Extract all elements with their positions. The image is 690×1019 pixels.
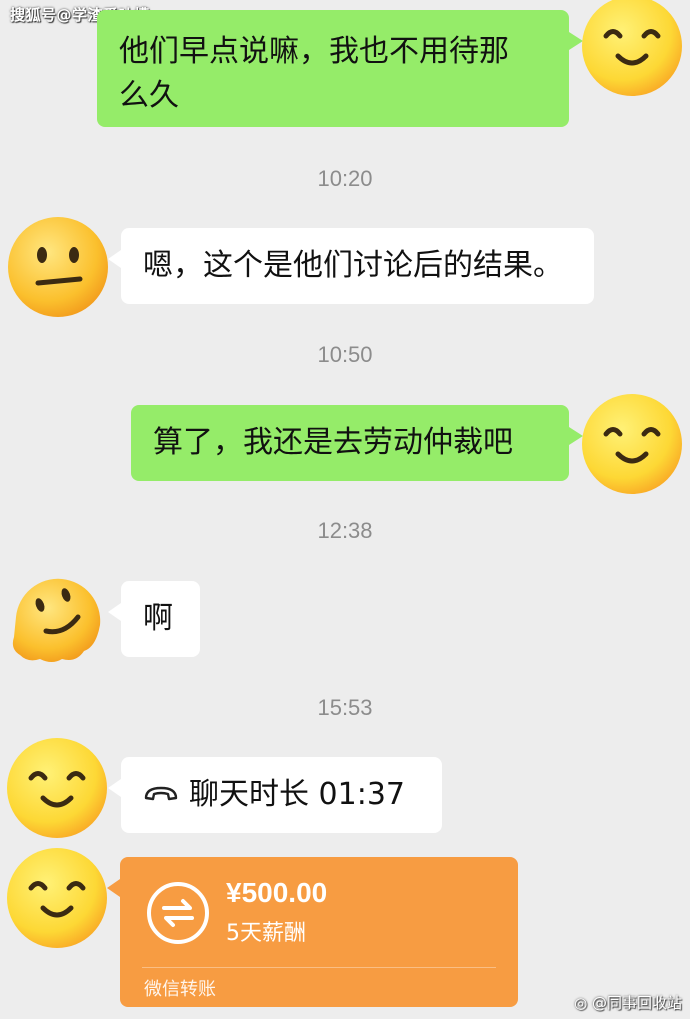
avatar-smile-emoji[interactable] <box>5 846 109 950</box>
avatar-melting-face-emoji[interactable] <box>6 565 110 669</box>
wechat-transfer-card[interactable]: ¥500.00 5天薪酬 微信转账 <box>107 857 518 1007</box>
avatar-smile-emoji[interactable] <box>580 392 684 496</box>
message-text-line: 么久 <box>119 78 179 113</box>
divider <box>142 967 496 968</box>
message-bubble-received[interactable]: 嗯，这个是他们讨论后的结果。 <box>108 228 594 304</box>
avatar-smile-emoji[interactable] <box>580 0 684 98</box>
call-record-bubble[interactable]: 聊天时长 01:37 <box>108 757 442 833</box>
weibo-icon: ◎ <box>574 994 588 1012</box>
timestamp: 12:38 <box>317 518 373 543</box>
call-duration-text: 聊天时长 01:37 <box>189 777 405 812</box>
message-text-line: 他们早点说嘛，我也不用待那 <box>119 34 509 69</box>
message-bubble-sent[interactable]: 算了，我还是去劳动仲裁吧 <box>131 405 583 481</box>
timestamp: 10:50 <box>317 342 373 367</box>
timestamp: 15:53 <box>317 695 373 720</box>
avatar-smile-emoji[interactable] <box>5 736 109 840</box>
message-bubble-received[interactable]: 啊 <box>108 581 200 657</box>
timestamp: 10:20 <box>317 166 373 191</box>
watermark-bottom: ◎ @同事回收站 <box>574 992 682 1013</box>
transfer-note: 5天薪酬 <box>226 921 306 946</box>
phone-hangup-icon <box>144 786 178 800</box>
message-bubble-sent[interactable]: 他们早点说嘛，我也不用待那 么久 <box>97 10 583 127</box>
transfer-footer-label: 微信转账 <box>144 979 216 1000</box>
transfer-amount: ¥500.00 <box>226 877 328 908</box>
watermark-bottom-text: @同事回收站 <box>591 994 682 1012</box>
transfer-arrows-icon <box>147 882 209 944</box>
avatar-neutral-face-emoji[interactable] <box>6 215 110 319</box>
